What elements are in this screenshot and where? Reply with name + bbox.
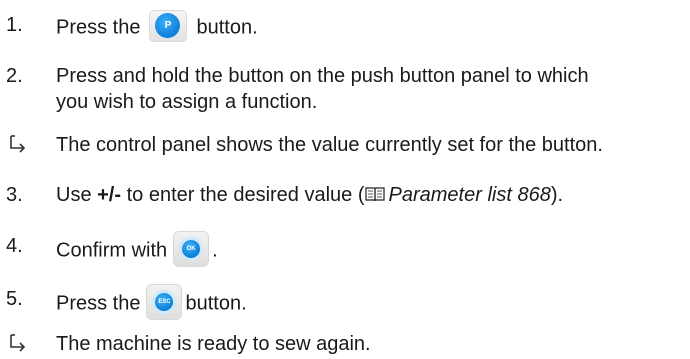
step-text-after: button. bbox=[185, 292, 247, 315]
step-text-use: Use bbox=[56, 184, 98, 206]
step-text-line-2: you wish to assign a function. bbox=[56, 91, 318, 113]
step-text-end: ). bbox=[550, 184, 564, 206]
step-text-before: Press the bbox=[56, 292, 141, 315]
result-arrow-icon bbox=[10, 135, 26, 153]
step-text: Press and hold the button on the push bu… bbox=[56, 63, 690, 115]
plus-minus-label: +/- bbox=[97, 184, 122, 206]
esc-button-icon: ESC bbox=[146, 284, 183, 320]
step-text: Use +/- to enter the desired value ( Par… bbox=[56, 182, 690, 208]
step-number: 3. bbox=[6, 184, 23, 206]
result-arrow-icon bbox=[10, 334, 26, 352]
parameter-list-link[interactable]: Parameter list 868 bbox=[389, 184, 551, 206]
book-icon bbox=[364, 187, 385, 201]
ok-button-icon: OK bbox=[173, 231, 210, 267]
result-text: The machine is ready to sew again. bbox=[56, 333, 371, 355]
step-text-before: Press the bbox=[56, 16, 141, 39]
step-number: 2. bbox=[6, 65, 23, 87]
step-text: Confirm with OK. bbox=[56, 231, 690, 269]
step-text-middle: to enter the desired value ( bbox=[121, 184, 365, 206]
step-text-line-1: Press and hold the button on the push bu… bbox=[56, 65, 589, 87]
step-number: 1. bbox=[6, 14, 23, 36]
step-number: 5. bbox=[6, 288, 23, 310]
step-text-before: Confirm with bbox=[56, 239, 168, 262]
p-button-icon: P bbox=[149, 10, 188, 42]
result-text: The control panel shows the value curren… bbox=[56, 134, 603, 156]
step-number: 4. bbox=[6, 235, 23, 257]
step-text-after: . bbox=[212, 239, 218, 262]
step-text-after: button. bbox=[196, 16, 258, 39]
step-text: Press the ESC button. bbox=[56, 284, 690, 322]
p-button-label: P bbox=[155, 13, 181, 38]
step-text: Press the Pbutton. bbox=[56, 10, 690, 44]
